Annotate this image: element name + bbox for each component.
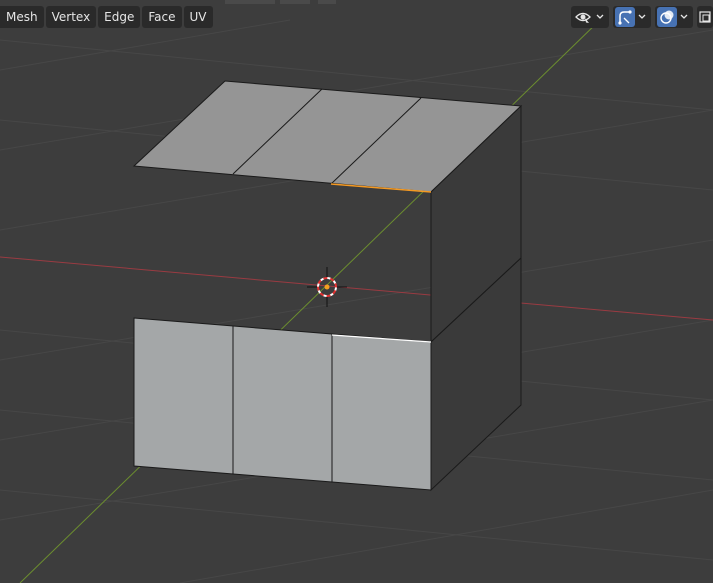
overlay-icon[interactable] bbox=[657, 7, 677, 27]
gizmo-icon[interactable] bbox=[615, 7, 635, 27]
viewport-tools bbox=[571, 6, 713, 28]
gizmo-toggle-group[interactable] bbox=[613, 6, 651, 28]
overlay-toggle-group[interactable] bbox=[655, 6, 693, 28]
chevron-down-icon bbox=[593, 7, 607, 27]
xray-toggle[interactable] bbox=[697, 6, 713, 28]
eye-selectability-icon bbox=[573, 7, 593, 27]
edge-menu[interactable]: Edge bbox=[98, 6, 141, 28]
xray-icon[interactable] bbox=[698, 7, 712, 27]
3d-cursor-icon[interactable] bbox=[307, 267, 347, 307]
selectability-visibility-dropdown[interactable] bbox=[571, 6, 609, 28]
header-strip bbox=[280, 0, 310, 4]
cube-front-face bbox=[133, 317, 432, 491]
vertex-menu[interactable]: Vertex bbox=[45, 6, 97, 28]
header-menu-bar: Mesh Vertex Edge Face UV bbox=[0, 6, 213, 28]
header-strip bbox=[225, 0, 275, 4]
chevron-down-icon[interactable] bbox=[635, 7, 649, 27]
uv-menu[interactable]: UV bbox=[183, 6, 213, 28]
x-axis-line bbox=[0, 256, 713, 321]
face-menu[interactable]: Face bbox=[142, 6, 182, 28]
header-strip bbox=[318, 0, 336, 4]
mesh-menu[interactable]: Mesh bbox=[0, 6, 44, 28]
chevron-down-icon[interactable] bbox=[677, 7, 691, 27]
3d-viewport[interactable] bbox=[0, 0, 713, 583]
